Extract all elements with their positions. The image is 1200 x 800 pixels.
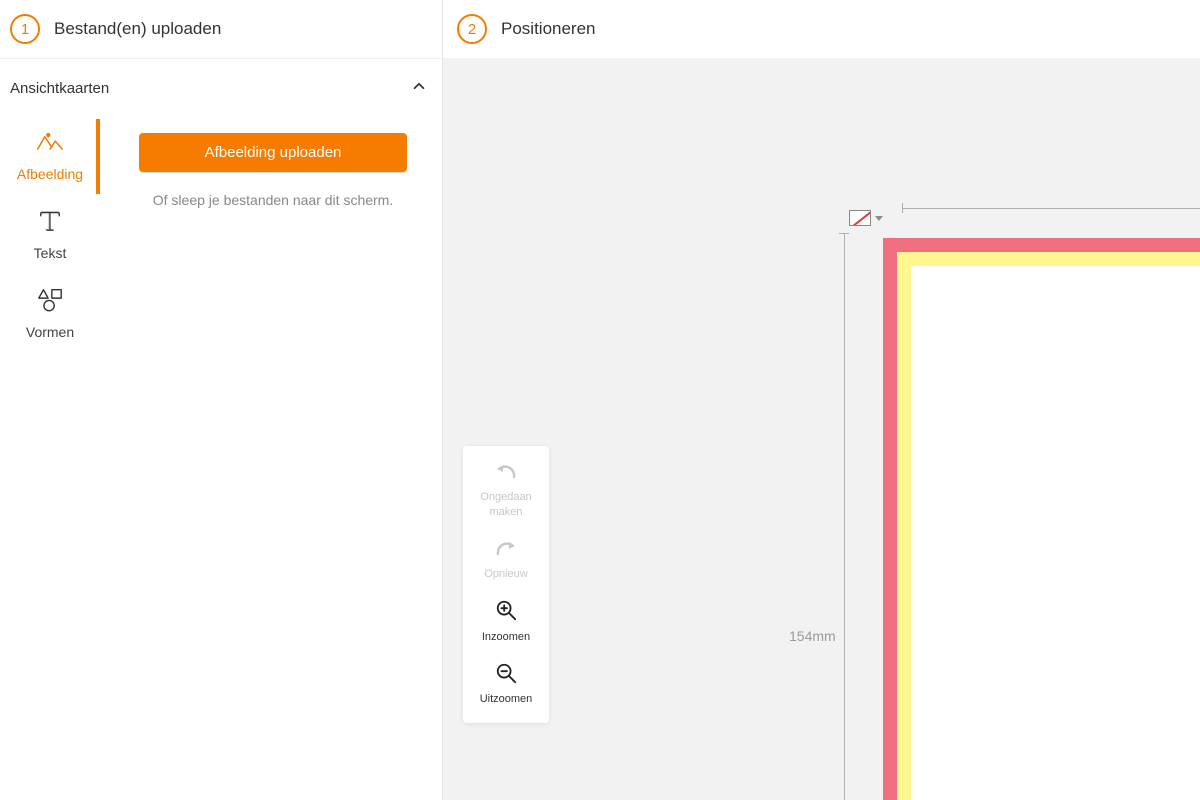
zoom-in-button[interactable]: Inzoomen	[463, 589, 549, 652]
accordion-header-ansichtkaarten[interactable]: Ansichtkaarten	[0, 59, 442, 117]
right-panel: 2 Positioneren 154mm	[443, 0, 1200, 800]
ruler-horizontal	[902, 203, 1200, 213]
ruler-vertical-line	[844, 233, 845, 800]
drag-hint: Of sleep je bestanden naar dit scherm.	[153, 192, 393, 208]
tab-afbeelding-label: Afbeelding	[17, 166, 83, 182]
undo-button[interactable]: Ongedaan maken	[463, 450, 549, 527]
side-tabs: Afbeelding Tekst	[0, 117, 100, 800]
tab-tekst-label: Tekst	[34, 245, 67, 261]
tab-tekst[interactable]: Tekst	[0, 196, 100, 275]
zoom-in-icon	[494, 599, 518, 625]
ruler-vertical	[839, 233, 849, 800]
card-surface	[911, 266, 1200, 800]
canvas-area: 154mm Ongedaan maken	[443, 58, 1200, 800]
shapes-icon	[36, 287, 64, 316]
accordion-body: Afbeelding Tekst	[0, 117, 442, 800]
background-color-picker[interactable]	[849, 210, 883, 226]
ruler-horizontal-line	[902, 208, 1200, 209]
no-color-swatch-icon	[849, 210, 871, 226]
tab-vormen-label: Vormen	[26, 324, 74, 340]
step2-number: 2	[457, 14, 487, 44]
ruler-height-label: 154mm	[789, 628, 836, 644]
accordion-title: Ansichtkaarten	[10, 80, 109, 97]
tab-content-afbeelding: Afbeelding uploaden Of sleep je bestande…	[100, 117, 442, 800]
step1-header: 1 Bestand(en) uploaden	[0, 0, 442, 59]
redo-button[interactable]: Opnieuw	[463, 527, 549, 590]
card-bleed[interactable]	[883, 238, 1200, 800]
redo-label: Opnieuw	[484, 567, 527, 581]
undo-label: Ongedaan maken	[467, 490, 545, 519]
step2-title: Positioneren	[501, 19, 596, 39]
chevron-up-icon	[410, 77, 428, 99]
tab-afbeelding[interactable]: Afbeelding	[0, 117, 100, 196]
zoom-out-label: Uitzoomen	[480, 692, 533, 706]
step1-title: Bestand(en) uploaden	[54, 19, 221, 39]
chevron-down-icon	[875, 216, 883, 221]
zoom-out-button[interactable]: Uitzoomen	[463, 652, 549, 715]
text-icon	[36, 208, 64, 237]
tool-palette: Ongedaan maken Opnieuw	[463, 446, 549, 723]
image-icon	[36, 129, 64, 158]
left-panel: 1 Bestand(en) uploaden Ansichtkaarten Af…	[0, 0, 443, 800]
step2-header: 2 Positioneren	[443, 0, 1200, 58]
upload-image-button[interactable]: Afbeelding uploaden	[139, 133, 407, 172]
undo-icon	[494, 460, 518, 486]
zoom-in-label: Inzoomen	[482, 630, 530, 644]
card-safe-zone	[897, 252, 1200, 800]
tab-vormen[interactable]: Vormen	[0, 275, 100, 354]
zoom-out-icon	[494, 662, 518, 688]
redo-icon	[494, 537, 518, 563]
step1-number: 1	[10, 14, 40, 44]
